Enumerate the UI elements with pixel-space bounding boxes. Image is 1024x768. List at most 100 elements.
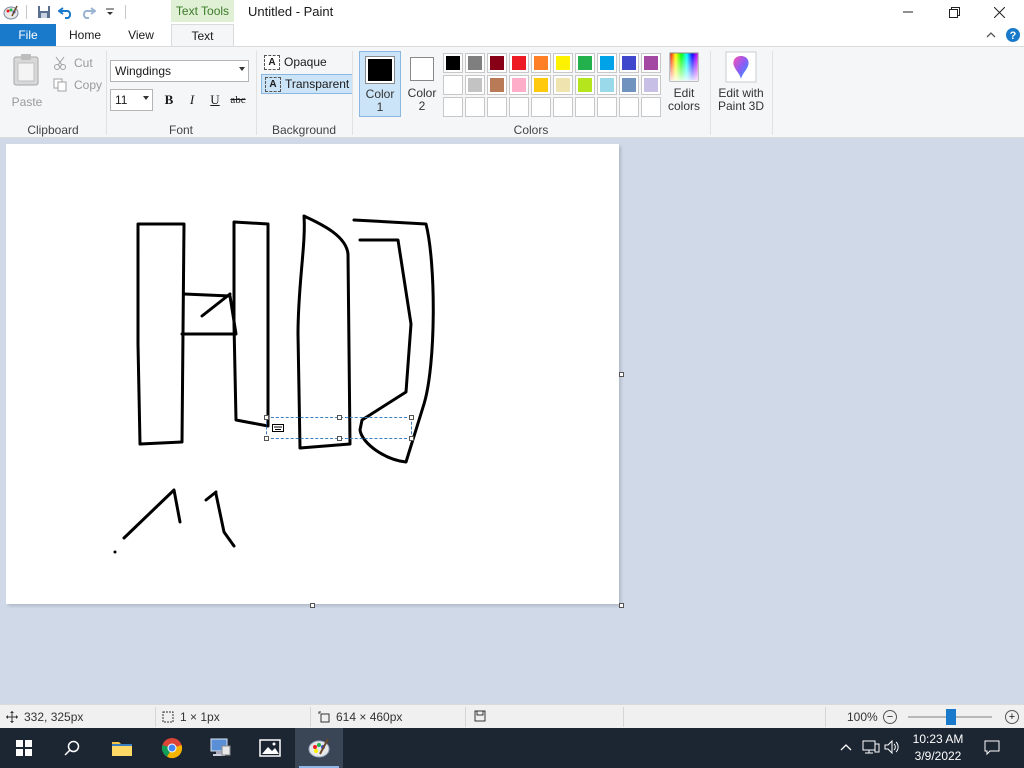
palette-color-swatch[interactable] bbox=[487, 75, 507, 95]
canvas-resize-handle-corner[interactable] bbox=[619, 603, 624, 608]
minimize-ribbon-icon[interactable] bbox=[982, 26, 1000, 44]
palette-color-swatch[interactable] bbox=[641, 97, 661, 117]
status-divider bbox=[465, 707, 466, 727]
palette-color-swatch[interactable] bbox=[465, 97, 485, 117]
taskbar-clock[interactable]: 10:23 AM 3/9/2022 bbox=[900, 731, 976, 765]
strikethrough-button[interactable]: abc bbox=[227, 89, 249, 111]
close-button[interactable] bbox=[976, 0, 1022, 24]
chrome-icon bbox=[161, 738, 183, 759]
textbox-handle[interactable] bbox=[337, 415, 342, 420]
font-size-dropdown[interactable]: 11 bbox=[110, 89, 153, 111]
network-app-button[interactable] bbox=[196, 728, 244, 768]
tab-view[interactable]: View bbox=[116, 24, 166, 46]
textbox-handle[interactable] bbox=[337, 436, 342, 441]
paint-taskbar-button[interactable] bbox=[295, 728, 343, 768]
show-hidden-icons-button[interactable] bbox=[840, 740, 852, 755]
copy-icon bbox=[52, 77, 68, 93]
transparent-option[interactable]: A Transparent bbox=[261, 74, 354, 94]
save-icon[interactable] bbox=[33, 2, 55, 22]
palette-color-swatch[interactable] bbox=[553, 75, 573, 95]
redo-icon[interactable] bbox=[77, 2, 99, 22]
restore-button[interactable] bbox=[931, 0, 977, 24]
drawing-canvas[interactable] bbox=[6, 144, 619, 604]
paint3d-label: Edit with Paint 3D bbox=[717, 86, 765, 113]
palette-color-swatch[interactable] bbox=[641, 75, 661, 95]
palette-color-swatch[interactable] bbox=[575, 97, 595, 117]
palette-color-swatch[interactable] bbox=[509, 53, 529, 73]
paste-button[interactable]: Paste bbox=[8, 53, 46, 119]
cut-button[interactable]: Cut bbox=[52, 53, 93, 73]
palette-color-swatch[interactable] bbox=[619, 75, 639, 95]
font-family-dropdown[interactable]: Wingdings bbox=[110, 60, 249, 82]
palette-color-swatch[interactable] bbox=[619, 97, 639, 117]
minimize-button[interactable] bbox=[885, 0, 931, 24]
textbox-handle[interactable] bbox=[264, 415, 269, 420]
palette-color-swatch[interactable] bbox=[465, 53, 485, 73]
scissors-icon bbox=[52, 55, 68, 71]
search-button[interactable] bbox=[48, 728, 96, 768]
paint-app-icon[interactable] bbox=[0, 2, 22, 22]
textbox-handle[interactable] bbox=[264, 436, 269, 441]
text-box-selection[interactable] bbox=[264, 415, 414, 441]
palette-color-swatch[interactable] bbox=[553, 97, 573, 117]
palette-color-swatch[interactable] bbox=[531, 97, 551, 117]
color1-label: Color 1 bbox=[365, 87, 395, 114]
cut-label: Cut bbox=[74, 56, 93, 70]
customize-qat-icon[interactable] bbox=[99, 2, 121, 22]
palette-color-swatch[interactable] bbox=[575, 75, 595, 95]
zoom-in-button[interactable]: + bbox=[1005, 710, 1019, 724]
textbox-handle[interactable] bbox=[409, 436, 414, 441]
chrome-button[interactable] bbox=[148, 728, 196, 768]
palette-color-swatch[interactable] bbox=[487, 53, 507, 73]
copy-button[interactable]: Copy bbox=[52, 75, 102, 95]
color1-button[interactable]: Color 1 bbox=[359, 51, 401, 117]
opaque-option[interactable]: A Opaque bbox=[261, 52, 330, 72]
undo-icon[interactable] bbox=[55, 2, 77, 22]
start-button[interactable] bbox=[0, 728, 48, 768]
selection-size: 1 × 1px bbox=[162, 710, 220, 724]
italic-button[interactable]: I bbox=[181, 89, 203, 111]
palette-color-swatch[interactable] bbox=[597, 97, 617, 117]
network-status-button[interactable] bbox=[862, 740, 880, 757]
color2-button[interactable]: Color 2 bbox=[401, 51, 443, 117]
color2-swatch bbox=[413, 60, 431, 78]
palette-color-swatch[interactable] bbox=[443, 97, 463, 117]
palette-color-swatch[interactable] bbox=[509, 75, 529, 95]
move-cursor-icon bbox=[6, 711, 18, 723]
palette-color-swatch[interactable] bbox=[509, 97, 529, 117]
file-size bbox=[474, 710, 492, 722]
zoom-out-button[interactable]: − bbox=[883, 710, 897, 724]
palette-color-swatch[interactable] bbox=[465, 75, 485, 95]
tab-text[interactable]: Text bbox=[171, 24, 234, 47]
photos-button[interactable] bbox=[246, 728, 294, 768]
folder-icon bbox=[112, 742, 132, 756]
tab-file[interactable]: File bbox=[0, 24, 56, 46]
palette-color-swatch[interactable] bbox=[531, 75, 551, 95]
palette-color-swatch[interactable] bbox=[641, 53, 661, 73]
bold-button[interactable]: B bbox=[158, 89, 180, 111]
background-group-label: Background bbox=[271, 123, 337, 137]
edit-with-paint3d-button[interactable]: Edit with Paint 3D bbox=[714, 51, 768, 113]
edit-colors-button[interactable]: Edit colors bbox=[666, 51, 702, 113]
help-icon[interactable]: ? bbox=[1004, 26, 1022, 44]
zoom-slider-thumb[interactable] bbox=[946, 709, 956, 725]
canvas-workspace[interactable] bbox=[0, 138, 1024, 704]
palette-color-swatch[interactable] bbox=[531, 53, 551, 73]
action-center-button[interactable] bbox=[984, 740, 1000, 759]
tab-home[interactable]: Home bbox=[60, 24, 110, 46]
canvas-resize-handle-right[interactable] bbox=[619, 372, 624, 377]
palette-color-swatch[interactable] bbox=[575, 53, 595, 73]
palette-color-swatch[interactable] bbox=[443, 75, 463, 95]
volume-button[interactable] bbox=[884, 739, 900, 757]
file-explorer-button[interactable] bbox=[98, 728, 146, 768]
palette-color-swatch[interactable] bbox=[487, 97, 507, 117]
canvas-resize-handle-bottom[interactable] bbox=[310, 603, 315, 608]
palette-color-swatch[interactable] bbox=[597, 75, 617, 95]
palette-color-swatch[interactable] bbox=[443, 53, 463, 73]
palette-color-swatch[interactable] bbox=[553, 53, 573, 73]
selection-icon bbox=[162, 711, 174, 723]
underline-button[interactable]: U bbox=[204, 89, 226, 111]
palette-color-swatch[interactable] bbox=[597, 53, 617, 73]
textbox-handle[interactable] bbox=[409, 415, 414, 420]
palette-color-swatch[interactable] bbox=[619, 53, 639, 73]
